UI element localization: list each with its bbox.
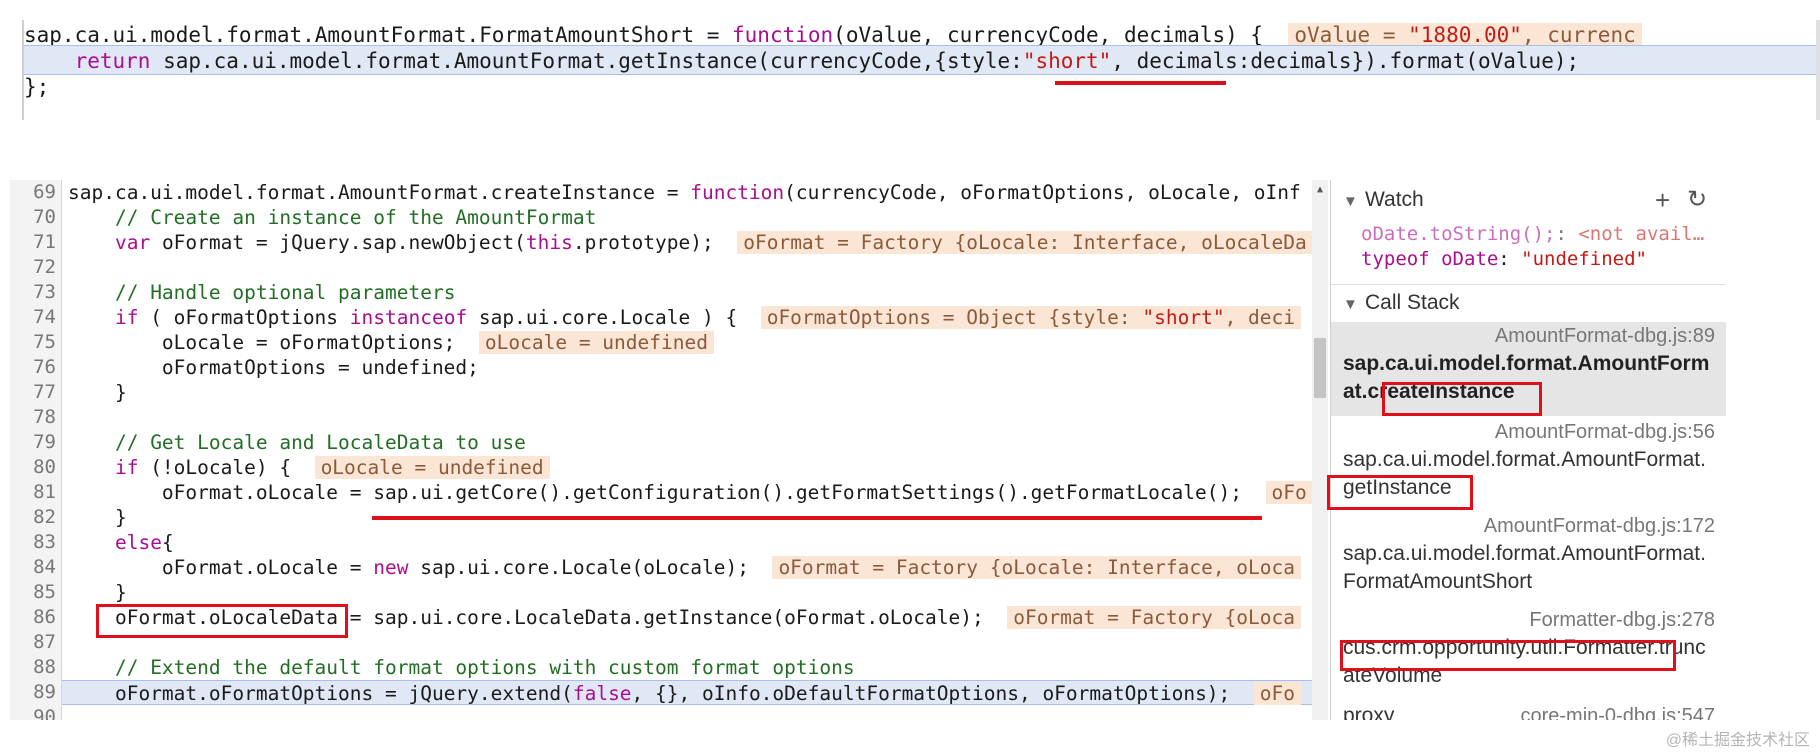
inline-value: oLocale = undefined	[478, 331, 714, 354]
watermark: @稀土掘金技术社区	[1665, 732, 1810, 749]
line-number[interactable]: 89	[10, 680, 56, 705]
call-frame-location[interactable]: core-min-0-dbg.js:547	[1520, 702, 1715, 720]
line-number[interactable]: 79	[10, 430, 56, 455]
editor-scrollbar[interactable]: ▲	[1312, 180, 1328, 720]
annotation-underline-getformatlocale	[372, 516, 1262, 520]
line-number[interactable]: 84	[10, 555, 56, 580]
debugger-side-pane: ▼ Watch + ↻ oDate.toString();: <not avail…	[1330, 180, 1726, 720]
line-number[interactable]: 86	[10, 605, 56, 630]
line-number[interactable]: 70	[10, 205, 56, 230]
watch-title: Watch	[1365, 188, 1424, 211]
snippet-line-3: };	[24, 75, 50, 99]
collapse-triangle-icon[interactable]: ▼	[1343, 184, 1365, 220]
refresh-icon[interactable]: ↻	[1687, 182, 1707, 218]
line-number[interactable]: 83	[10, 530, 56, 555]
code-line-76: oFormatOptions = undefined;	[161, 356, 479, 379]
code-line-80: if (!oLocale) { oLocale = undefined	[68, 455, 550, 480]
call-frame-item[interactable]: AmountFormat-dbg.js:172 sap.ca.ui.model.…	[1331, 512, 1726, 604]
top-code-snippet: sap.ca.ui.model.format.AmountFormat.Form…	[14, 20, 1820, 120]
call-frame-location[interactable]: Formatter-dbg.js:278	[1343, 606, 1715, 634]
annotation-underline-style-short	[1055, 81, 1226, 85]
code-line-70: // Create an instance of the AmountForma…	[114, 206, 597, 229]
watch-expression-row[interactable]: oDate.toString();: <not avail…	[1361, 222, 1704, 247]
call-frame-location[interactable]: AmountFormat-dbg.js:56	[1343, 418, 1715, 446]
line-number[interactable]: 75	[10, 330, 56, 355]
inline-value: oLocale = undefined	[314, 456, 550, 479]
line-number[interactable]: 90	[10, 705, 56, 720]
line-number[interactable]: 71	[10, 230, 56, 255]
inline-value: oFormatOptions = Object {style: "short",…	[760, 306, 1302, 329]
code-line-69: sap.ca.ui.model.format.AmountFormat.crea…	[68, 181, 1301, 204]
line-number-gutter: 69 70 71 72 73 74 75 76 77 78 79 80 81 8…	[10, 180, 62, 720]
annotation-box-olocaledata	[96, 604, 348, 638]
annotation-box-formatter	[1340, 640, 1676, 671]
inline-value: oFo	[1265, 481, 1313, 504]
code-line-82: }	[114, 506, 127, 529]
scroll-up-arrow-icon[interactable]: ▲	[1314, 184, 1326, 196]
call-frame-item[interactable]: proxy core-min-0-dbg.js:547	[1331, 702, 1726, 720]
call-stack-section-header[interactable]: ▼ Call Stack	[1331, 284, 1726, 320]
line-number[interactable]: 81	[10, 480, 56, 505]
line-number[interactable]: 87	[10, 630, 56, 655]
code-line-73: // Handle optional parameters	[114, 281, 456, 304]
annotation-box-createinstance	[1382, 382, 1542, 416]
watch-expression-row[interactable]: typeof oDate: "undefined"	[1361, 247, 1647, 272]
code-line-83: else{	[114, 531, 174, 554]
add-watch-icon[interactable]: +	[1655, 182, 1670, 218]
line-number[interactable]: 82	[10, 505, 56, 530]
inline-value: oValue = "1880.00", currenc	[1288, 23, 1642, 47]
call-frame-location[interactable]: AmountFormat-dbg.js:89	[1343, 322, 1715, 350]
code-line-77: }	[114, 381, 127, 404]
code-line-74: if ( oFormatOptions instanceof sap.ui.co…	[68, 305, 1302, 330]
call-frame-name: proxy core-min-0-dbg.js:547	[1343, 702, 1715, 720]
code-line-79: // Get Locale and LocaleData to use	[114, 431, 526, 454]
collapse-triangle-icon[interactable]: ▼	[1343, 287, 1365, 323]
line-number[interactable]: 74	[10, 305, 56, 330]
code-line-75: oLocale = oFormatOptions; oLocale = unde…	[68, 330, 714, 355]
inline-value: oFo	[1253, 682, 1302, 705]
snippet-scrollbar[interactable]	[1816, 20, 1820, 120]
inline-value: oFormat = Factory {oLocale: Interface, o…	[737, 231, 1313, 254]
watch-section-header[interactable]: ▼ Watch + ↻	[1331, 182, 1726, 218]
inline-value: oFormat = Factory {oLocale: Interface, o…	[772, 556, 1301, 579]
line-number[interactable]: 76	[10, 355, 56, 380]
line-number[interactable]: 73	[10, 280, 56, 305]
scrollbar-thumb[interactable]	[1314, 338, 1326, 398]
line-number[interactable]: 88	[10, 655, 56, 680]
line-number[interactable]: 69	[10, 180, 56, 205]
code-line-81: oFormat.oLocale = sap.ui.getCore().getCo…	[68, 480, 1313, 505]
call-frame-location[interactable]: AmountFormat-dbg.js:172	[1343, 512, 1715, 540]
inline-value: oFormat = Factory {oLoca	[1007, 606, 1301, 629]
code-line-84: oFormat.oLocale = new sap.ui.core.Locale…	[68, 555, 1301, 580]
code-line-71: var oFormat = jQuery.sap.newObject(this.…	[68, 230, 1313, 255]
call-stack-title: Call Stack	[1365, 291, 1460, 314]
code-line-85: }	[114, 581, 127, 604]
call-frame-name: sap.ca.ui.model.format.AmountFormat.Form…	[1343, 542, 1706, 593]
code-line-89-current: oFormat.oFormatOptions = jQuery.extend(f…	[62, 680, 1328, 705]
source-editor[interactable]: 69 70 71 72 73 74 75 76 77 78 79 80 81 8…	[10, 180, 1328, 720]
line-number[interactable]: 78	[10, 405, 56, 430]
line-number[interactable]: 72	[10, 255, 56, 280]
code-line-88: // Extend the default format options wit…	[114, 656, 855, 679]
line-number[interactable]: 80	[10, 455, 56, 480]
annotation-box-getinstance	[1327, 475, 1473, 510]
line-number[interactable]: 77	[10, 380, 56, 405]
snippet-line-2-current: return sap.ca.ui.model.format.AmountForm…	[24, 45, 1816, 75]
line-number[interactable]: 85	[10, 580, 56, 605]
